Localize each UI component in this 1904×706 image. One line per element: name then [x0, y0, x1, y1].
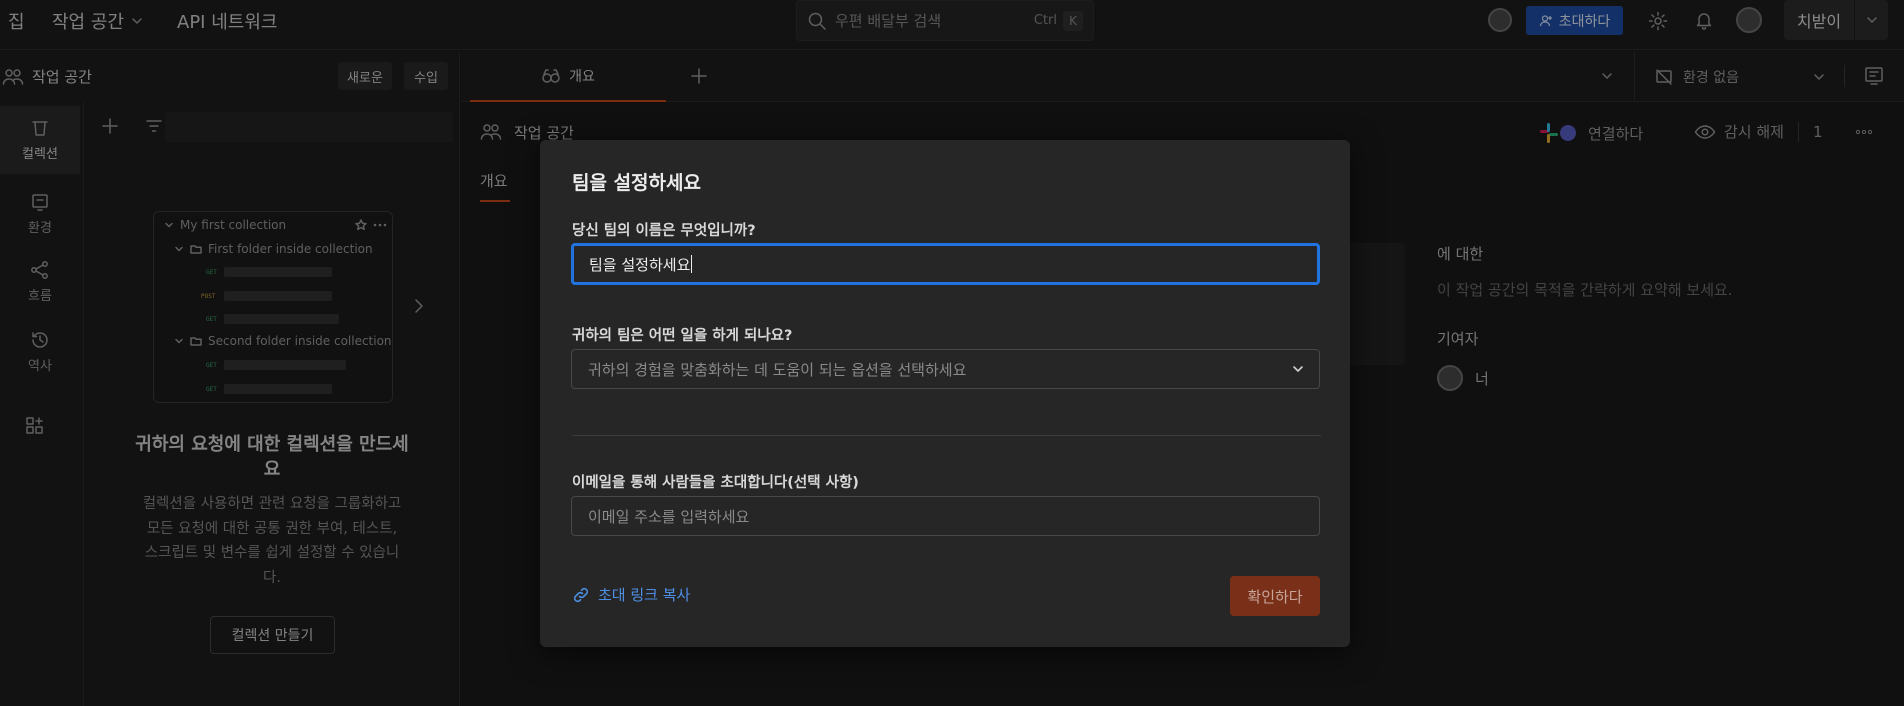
team-role-label: 귀하의 팀은 어떤 일을 하게 되나요?: [572, 328, 793, 344]
team-name-value: 팀을 설정하세요: [589, 255, 691, 274]
modal-divider: [572, 435, 1321, 436]
team-role-placeholder: 귀하의 경험을 맞춤화하는 데 도움이 되는 옵션을 선택하세요: [588, 360, 967, 379]
confirm-label: 확인하다: [1247, 587, 1303, 606]
link-icon: [573, 587, 589, 602]
copy-link-label: 초대 링크 복사: [598, 586, 691, 604]
invite-email-label: 이메일을 통해 사람들을 초대합니다(선택 사항): [572, 475, 859, 491]
confirm-button[interactable]: 확인하다: [1230, 576, 1320, 616]
team-name-label: 당신 팀의 이름은 무엇입니까?: [572, 223, 756, 239]
modal-title: 팀을 설정하세요: [572, 172, 701, 194]
invite-email-placeholder: 이메일 주소를 입력하세요: [588, 507, 750, 526]
chevron-down-icon: [1293, 366, 1303, 373]
invite-email-input[interactable]: 이메일 주소를 입력하세요: [571, 496, 1320, 536]
team-role-select[interactable]: 귀하의 경험을 맞춤화하는 데 도움이 되는 옵션을 선택하세요: [571, 349, 1320, 389]
team-name-input[interactable]: 팀을 설정하세요: [571, 243, 1320, 285]
copy-invite-link[interactable]: 초대 링크 복사: [572, 584, 690, 605]
setup-team-modal: [540, 140, 1350, 647]
text-cursor: [691, 255, 693, 273]
